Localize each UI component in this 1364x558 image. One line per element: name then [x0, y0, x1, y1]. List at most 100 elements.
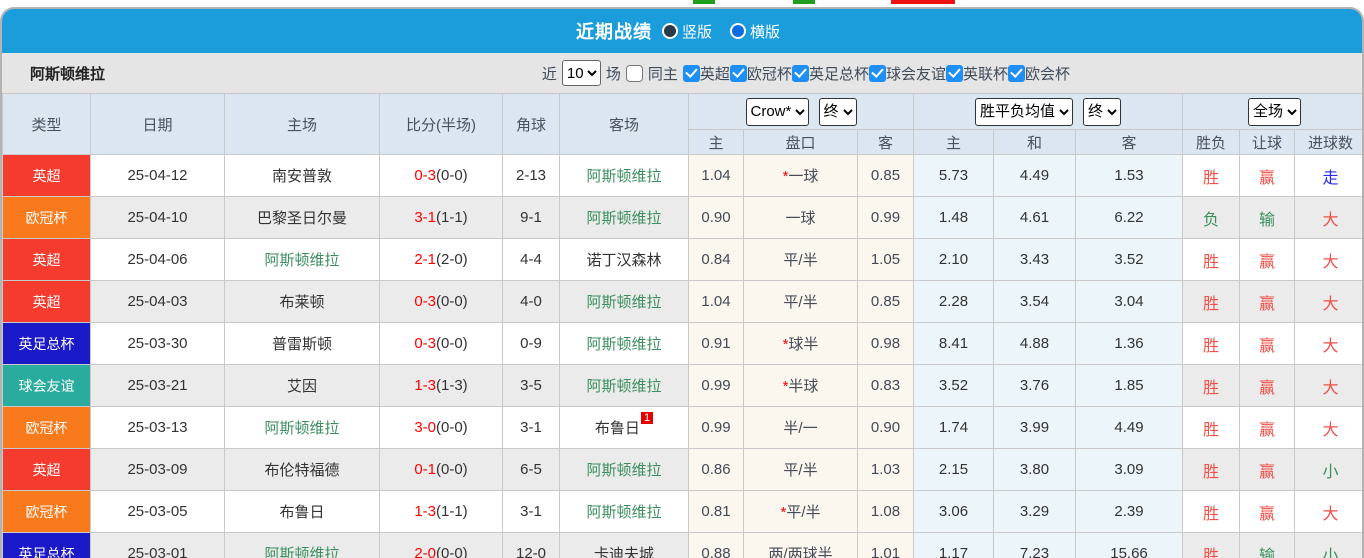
avg-win: 1.17: [913, 532, 995, 558]
radio-vertical-icon[interactable]: [661, 23, 678, 39]
checkbox-icon[interactable]: [682, 64, 700, 82]
league-filter-label[interactable]: 英联杯: [963, 63, 1008, 84]
checkbox-icon[interactable]: [1007, 64, 1025, 82]
avg-win: 2.15: [913, 448, 995, 491]
same-home-checkbox[interactable]: [625, 64, 643, 82]
result-wdl: 胜: [1182, 238, 1241, 281]
avg-draw: 4.88: [993, 322, 1077, 365]
result-goals: 走: [1294, 154, 1362, 197]
score: 3-0(0-0): [379, 406, 503, 449]
team-name: 阿斯顿维拉: [30, 65, 106, 83]
odds-away: 0.90: [856, 406, 915, 449]
avg-draw: 7.23: [993, 532, 1077, 558]
home-team: 南安普敦: [224, 154, 380, 197]
league-filter-label[interactable]: 欧冠杯: [747, 63, 792, 84]
same-home-label[interactable]: 同主: [648, 63, 678, 84]
table-row: 英超 25-04-12 南安普敦 0-3(0-0) 2-13 阿斯顿维拉 1.0…: [2, 154, 1362, 197]
avg-win: 2.10: [913, 238, 995, 281]
league-filter-label[interactable]: 英足总杯: [809, 63, 869, 84]
league-filter-label[interactable]: 英超: [700, 63, 730, 84]
avg-lose: 1.85: [1075, 364, 1184, 407]
league-filter-欧冠杯[interactable]: 欧冠杯: [729, 63, 792, 84]
result-group-header: 全场: [1182, 93, 1362, 130]
match-date: 25-03-05: [90, 490, 225, 533]
table-row: 欧冠杯 25-04-10 巴黎圣日尔曼 3-1(1-1) 9-1 阿斯顿维拉 0…: [2, 196, 1362, 239]
league-filter-label[interactable]: 球会友谊: [886, 63, 946, 84]
match-date: 25-03-01: [90, 532, 225, 558]
avg-type-select[interactable]: 胜平负均值: [975, 97, 1074, 126]
match-count-select[interactable]: 10: [561, 60, 601, 86]
result-handicap: 赢: [1239, 280, 1296, 323]
sub-header-avg-lose: 客: [1075, 129, 1184, 155]
avg-draw: 4.49: [993, 154, 1077, 197]
away-team: 阿斯顿维拉: [559, 196, 689, 239]
result-handicap: 赢: [1239, 154, 1296, 197]
home-team: 巴黎圣日尔曼: [224, 196, 380, 239]
sub-header-odds-home: 主: [688, 129, 744, 155]
checkbox-icon[interactable]: [729, 64, 747, 82]
checkbox-icon[interactable]: [868, 64, 886, 82]
result-handicap: 输: [1239, 532, 1296, 558]
match-date: 25-04-12: [90, 154, 225, 197]
odds-home: 0.81: [688, 490, 744, 533]
match-date: 25-04-06: [90, 238, 225, 281]
league-filter-label[interactable]: 欧会杯: [1025, 63, 1070, 84]
radio-horizontal-label[interactable]: 横版: [750, 21, 780, 42]
layout-radio-horizontal[interactable]: 横版: [730, 21, 788, 42]
odds-company-select[interactable]: Crow*: [745, 97, 809, 126]
avg-lose: 2.39: [1075, 490, 1184, 533]
odds-home: 1.04: [688, 154, 744, 197]
result-wdl: 负: [1182, 196, 1241, 239]
result-goals: 大: [1294, 280, 1362, 323]
handicap: *半球: [743, 364, 858, 407]
result-wdl: 胜: [1182, 406, 1241, 449]
odds-away: 1.08: [856, 490, 915, 533]
home-team: 艾因: [224, 364, 380, 407]
league-filter-欧会杯[interactable]: 欧会杯: [1007, 63, 1070, 84]
col-header-home: 主场: [224, 93, 380, 155]
avg-draw: 3.29: [993, 490, 1077, 533]
radio-horizontal-icon[interactable]: [730, 23, 746, 39]
avg-win: 2.28: [913, 280, 995, 323]
avg-group-header: 胜平负均值 终: [913, 93, 1184, 130]
home-team: 阿斯顿维拉: [224, 532, 380, 558]
table-row: 欧冠杯 25-03-05 布鲁日 1-3(1-1) 3-1 阿斯顿维拉 0.81…: [2, 490, 1362, 533]
league-filter-英联杯[interactable]: 英联杯: [945, 63, 1008, 84]
handicap: 一球: [743, 196, 858, 239]
home-team: 阿斯顿维拉: [224, 406, 380, 449]
odds-away: 0.83: [856, 364, 915, 407]
avg-time-select[interactable]: 终: [1083, 97, 1122, 126]
result-goals: 大: [1294, 238, 1362, 281]
away-team: 卡迪夫城: [559, 532, 689, 558]
table-row: 英足总杯 25-03-30 普雷斯顿 0-3(0-0) 0-9 阿斯顿维拉 0.…: [2, 322, 1362, 365]
col-header-away: 客场: [559, 93, 689, 155]
league-filter-英足总杯[interactable]: 英足总杯: [791, 63, 869, 84]
odds-away: 1.05: [856, 238, 915, 281]
result-handicap: 赢: [1239, 490, 1296, 533]
away-team-badge: 1: [640, 412, 654, 424]
match-date: 25-03-09: [90, 448, 225, 491]
table-row: 英足总杯 25-03-01 阿斯顿维拉 2-0(0-0) 12-0 卡迪夫城 0…: [2, 532, 1362, 558]
avg-win: 8.41: [913, 322, 995, 365]
checkbox-icon[interactable]: [791, 64, 809, 82]
result-goals: 大: [1294, 490, 1362, 533]
radio-vertical-label[interactable]: 竖版: [682, 21, 712, 42]
league-filter-球会友谊[interactable]: 球会友谊: [868, 63, 946, 84]
table-row: 英超 25-03-09 布伦特福德 0-1(0-0) 6-5 阿斯顿维拉 0.8…: [2, 448, 1362, 491]
score: 1-3(1-1): [379, 490, 503, 533]
col-header-type: 类型: [2, 93, 91, 155]
period-select[interactable]: 全场: [1248, 97, 1302, 126]
score: 0-3(0-0): [379, 322, 503, 365]
league-filter-英超[interactable]: 英超: [682, 63, 730, 84]
checkbox-icon[interactable]: [945, 64, 963, 82]
odds-time-select[interactable]: 终: [818, 97, 857, 126]
handicap: 平/半: [743, 280, 858, 323]
score: 3-1(1-1): [379, 196, 503, 239]
layout-radio-vertical[interactable]: 竖版: [661, 21, 720, 42]
result-wdl: 胜: [1182, 322, 1241, 365]
table-row: 球会友谊 25-03-21 艾因 1-3(1-3) 3-5 阿斯顿维拉 0.99…: [2, 364, 1362, 407]
league-badge: 英足总杯: [3, 323, 90, 364]
away-team: 阿斯顿维拉: [559, 490, 689, 533]
league-badge: 英超: [3, 239, 90, 280]
result-handicap: 输: [1239, 196, 1296, 239]
